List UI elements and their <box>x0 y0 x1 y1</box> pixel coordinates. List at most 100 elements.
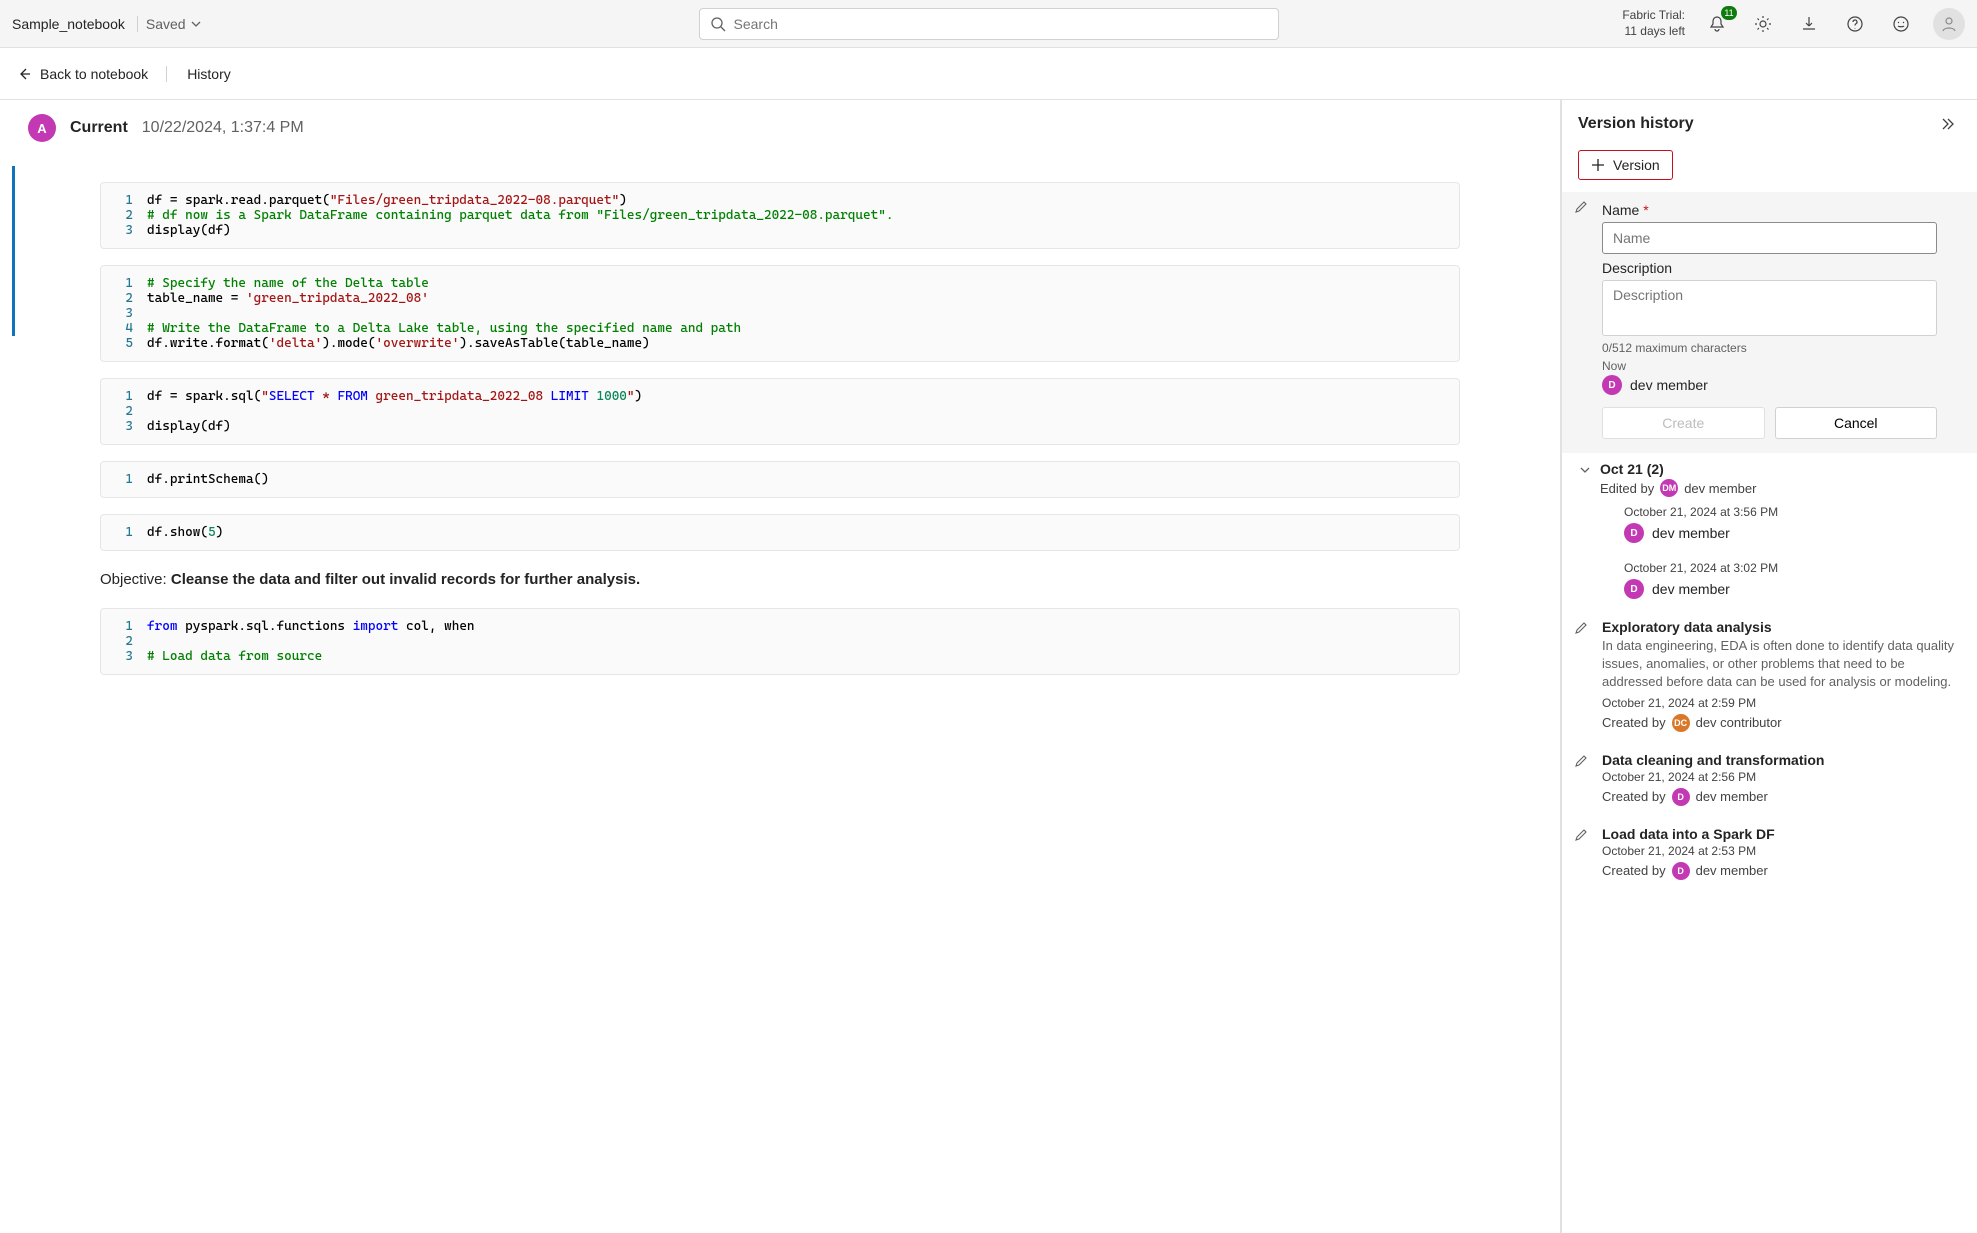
editor-avatar: DM <box>1660 479 1678 497</box>
code-content: df.printSchema() <box>147 472 269 487</box>
named-version-created: Created by DC dev contributor <box>1602 714 1961 732</box>
code-content: # Load data from source <box>147 649 322 664</box>
person-icon <box>1940 15 1958 33</box>
code-cell[interactable]: 1df = spark.read.parquet("Files/green_tr… <box>100 182 1460 249</box>
history-item[interactable]: October 21, 2024 at 3:56 PM D dev member <box>1578 497 1961 553</box>
code-cell[interactable]: 1df.printSchema() <box>100 461 1460 498</box>
code-cell[interactable]: 1# Specify the name of the Delta table2t… <box>100 265 1460 362</box>
active-cell-indicator <box>12 166 15 336</box>
code-content: df.write.format('delta').mode('overwrite… <box>147 336 650 351</box>
edit-icon <box>1574 200 1588 214</box>
current-avatar: A <box>28 114 56 142</box>
line-number: 1 <box>117 619 147 634</box>
named-version-title: Data cleaning and transformation <box>1602 752 1961 768</box>
current-version-time: 10/22/2024, 1:37:4 PM <box>142 119 304 137</box>
version-history-panel: Version history Version Name * Descripti… <box>1561 100 1977 1233</box>
code-content: df = spark.sql("SELECT * FROM green_trip… <box>147 389 642 404</box>
create-button[interactable]: Create <box>1602 407 1765 439</box>
notebook-panel: A Current 10/22/2024, 1:37:4 PM 1df = sp… <box>0 100 1561 1233</box>
group-title[interactable]: Oct 21 (2) <box>1600 461 1756 477</box>
code-content: # Write the DataFrame to a Delta Lake ta… <box>147 321 741 336</box>
code-cell[interactable]: 1df.show(5) <box>100 514 1460 551</box>
code-content: df = spark.read.parquet("Files/green_tri… <box>147 193 627 208</box>
trial-status: Fabric Trial: 11 days left <box>1622 8 1685 39</box>
name-input[interactable] <box>1602 222 1937 254</box>
notebook-title[interactable]: Sample_notebook <box>12 16 138 32</box>
help-button[interactable] <box>1841 10 1869 38</box>
chevron-down-icon[interactable] <box>1578 463 1592 477</box>
code-cell[interactable]: 1from pyspark.sql.functions import col, … <box>100 608 1460 675</box>
named-version[interactable]: Load data into a Spark DF October 21, 20… <box>1562 816 1977 890</box>
feedback-button[interactable] <box>1887 10 1915 38</box>
group-edited-by: Edited by DM dev member <box>1600 479 1756 497</box>
back-to-notebook-link[interactable]: Back to notebook <box>16 66 167 82</box>
named-version-created: Created by D dev member <box>1602 788 1961 806</box>
account-avatar[interactable] <box>1933 8 1965 40</box>
line-number: 5 <box>117 336 147 351</box>
line-number: 1 <box>117 276 147 291</box>
notifications-button[interactable]: 11 <box>1703 10 1731 38</box>
code-content: df.show(5) <box>147 525 223 540</box>
code-cell[interactable]: 1df = spark.sql("SELECT * FROM green_tri… <box>100 378 1460 445</box>
history-item-author: D dev member <box>1624 523 1961 543</box>
chevrons-right-icon <box>1939 116 1955 132</box>
notification-badge: 11 <box>1721 6 1737 20</box>
code-content: display(df) <box>147 419 231 434</box>
code-content: # df now is a Spark DataFrame containing… <box>147 208 893 223</box>
named-version[interactable]: Data cleaning and transformation October… <box>1562 742 1977 816</box>
named-version-created: Created by D dev member <box>1602 862 1961 880</box>
line-number: 2 <box>117 208 147 223</box>
plus-icon <box>1591 158 1605 172</box>
add-version-button[interactable]: Version <box>1578 150 1673 180</box>
code-content: table_name = 'green_tripdata_2022_08' <box>147 291 429 306</box>
edit-icon[interactable] <box>1574 621 1588 635</box>
name-field-label: Name * <box>1602 202 1937 218</box>
current-version-header: A Current 10/22/2024, 1:37:4 PM <box>0 100 1560 156</box>
cancel-button[interactable]: Cancel <box>1775 407 1938 439</box>
objective-value: Cleanse the data and filter out invalid … <box>171 571 640 588</box>
named-version-desc: In data engineering, EDA is often done t… <box>1602 637 1961 692</box>
named-version-title: Load data into a Spark DF <box>1602 826 1961 842</box>
description-input[interactable] <box>1602 280 1937 336</box>
smiley-icon <box>1892 15 1910 33</box>
line-number: 1 <box>117 193 147 208</box>
notebook-scroll[interactable]: 1df = spark.read.parquet("Files/green_tr… <box>0 156 1560 1233</box>
history-group: Oct 21 (2) Edited by DM dev member Octob… <box>1562 453 1977 609</box>
named-version-time: October 21, 2024 at 2:56 PM <box>1602 770 1961 784</box>
author-avatar: D <box>1672 862 1690 880</box>
search-input[interactable] <box>734 16 1268 32</box>
code-content: display(df) <box>147 223 231 238</box>
history-item[interactable]: October 21, 2024 at 3:02 PM D dev member <box>1578 553 1961 609</box>
new-version-form: Name * Description 0/512 maximum charact… <box>1562 192 1977 453</box>
line-number: 3 <box>117 649 147 664</box>
search-box[interactable] <box>699 8 1279 40</box>
arrow-left-icon <box>16 66 32 82</box>
help-icon <box>1846 15 1864 33</box>
code-content: from pyspark.sql.functions import col, w… <box>147 619 475 634</box>
top-bar: Sample_notebook Saved Fabric Trial: 11 d… <box>0 0 1977 48</box>
chevron-down-icon <box>190 18 202 30</box>
settings-button[interactable] <box>1749 10 1777 38</box>
named-version[interactable]: Exploratory data analysis In data engine… <box>1562 609 1977 742</box>
edit-icon[interactable] <box>1574 828 1588 842</box>
author-name: dev member <box>1630 377 1708 393</box>
download-button[interactable] <box>1795 10 1823 38</box>
author-avatar: D <box>1672 788 1690 806</box>
description-field-label: Description <box>1602 260 1937 276</box>
secondary-bar: Back to notebook History <box>0 48 1977 100</box>
author-avatar: D <box>1624 523 1644 543</box>
author-avatar: D <box>1624 579 1644 599</box>
author-avatar: D <box>1602 375 1622 395</box>
history-item-time: October 21, 2024 at 3:02 PM <box>1624 561 1961 575</box>
line-number: 2 <box>117 404 147 419</box>
line-number: 1 <box>117 472 147 487</box>
collapse-panel-button[interactable] <box>1933 110 1961 138</box>
line-number: 3 <box>117 306 147 321</box>
markdown-cell[interactable]: Objective: Cleanse the data and filter o… <box>100 571 1460 588</box>
line-number: 1 <box>117 525 147 540</box>
saved-status[interactable]: Saved <box>146 16 202 32</box>
code-content: # Specify the name of the Delta table <box>147 276 429 291</box>
edit-icon[interactable] <box>1574 754 1588 768</box>
history-item-author: D dev member <box>1624 579 1961 599</box>
line-number: 4 <box>117 321 147 336</box>
